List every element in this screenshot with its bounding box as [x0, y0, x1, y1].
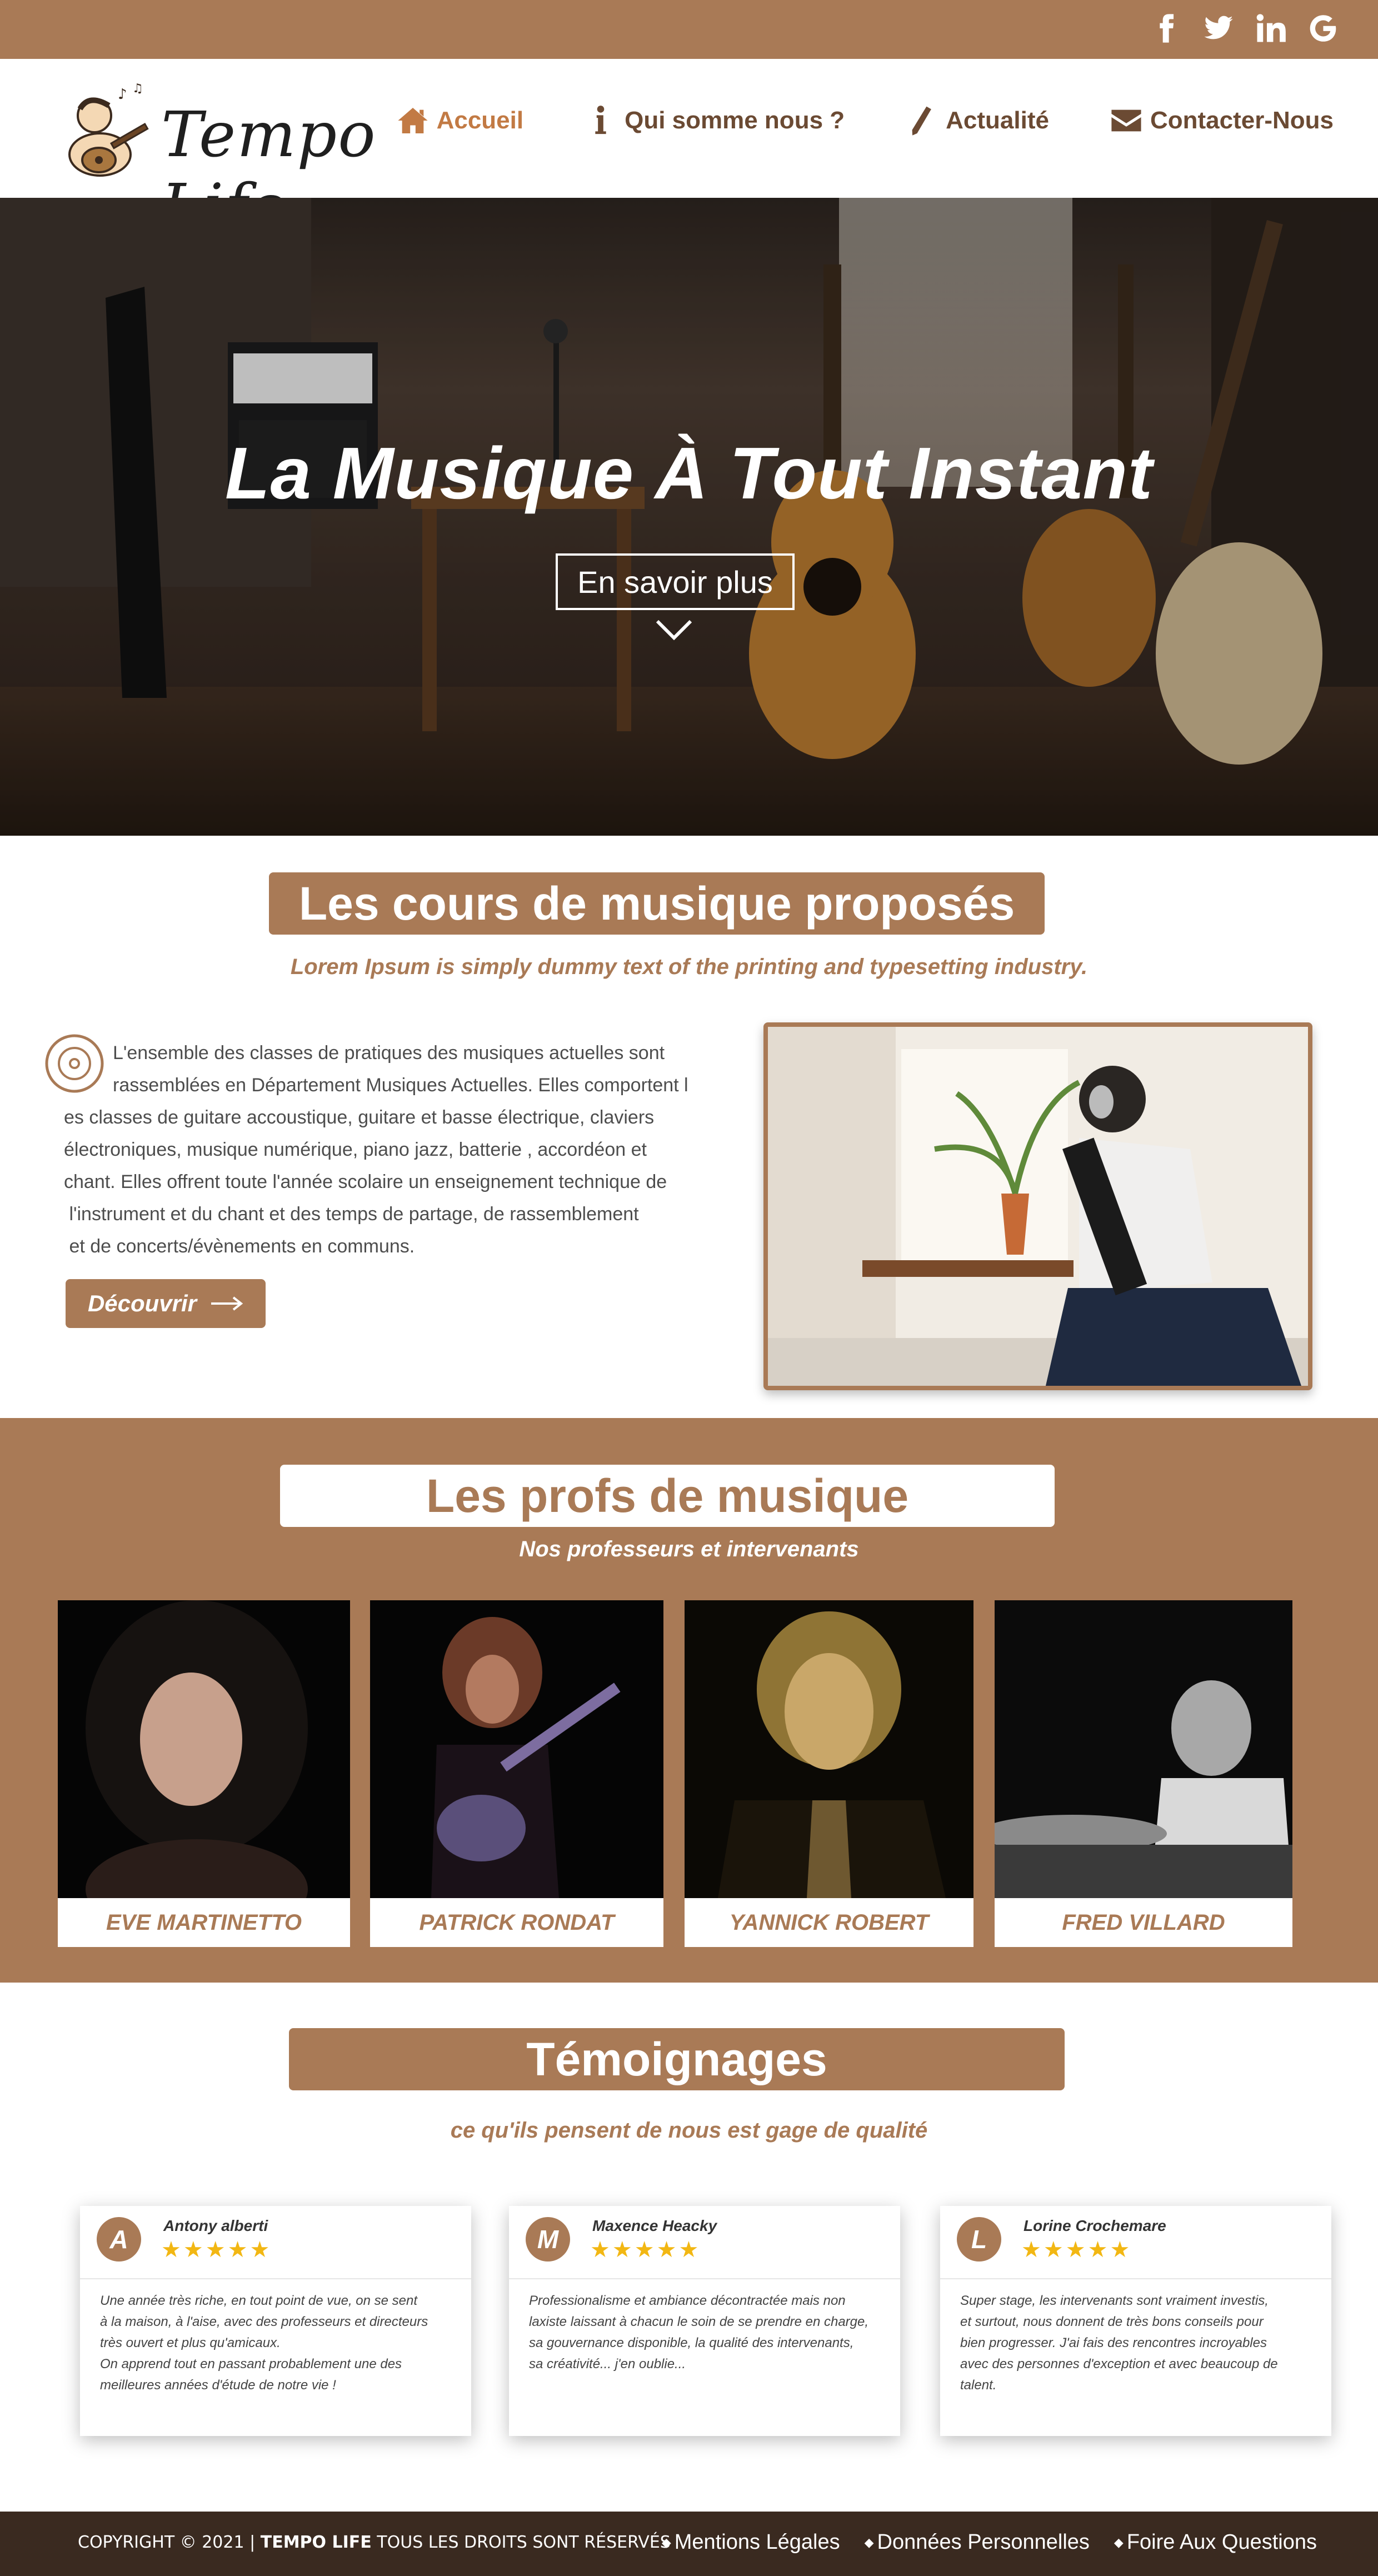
home-icon [397, 108, 428, 133]
nav-accueil[interactable]: Accueil [397, 104, 524, 137]
chevron-down-icon[interactable] [655, 616, 693, 643]
testimonial-card: A Antony alberti ★★★★★ Une année très ri… [80, 2206, 471, 2436]
copyright: COPYRIGHT © 2021 | TEMPO LIFE TOUS LES D… [78, 2533, 671, 2552]
star-rating: ★★★★★ [1021, 2238, 1132, 2262]
cours-line: électroniques, musique numérique, piano … [64, 1139, 647, 1160]
testimonial-card: L Lorine Crochemare ★★★★★ Super stage, l… [940, 2206, 1331, 2436]
profs-title: Les profs de musique [280, 1465, 1055, 1527]
testimonial-text: Une année très riche, en tout point de v… [100, 2293, 428, 2393]
footer-link-faq[interactable]: ◆ Foire Aux Questions [1114, 2530, 1317, 2554]
cours-subtitle: Lorem Ipsum is simply dummy text of the … [290, 955, 1088, 979]
nav-label: Contacter-Nous [1150, 107, 1334, 134]
nav-label: Actualité [946, 107, 1049, 134]
cours-line: rassemblées en Département Musiques Actu… [113, 1075, 688, 1096]
twitter-icon[interactable] [1202, 12, 1235, 44]
cours-line: es classes de guitare accoustique, guita… [64, 1107, 655, 1128]
star-rating: ★★★★★ [590, 2238, 701, 2262]
prof-card[interactable]: PATRICK RONDAT [370, 1600, 663, 1947]
nav-contact[interactable]: Contacter-Nous [1110, 104, 1334, 137]
en-savoir-plus-button[interactable]: En savoir plus [556, 553, 795, 610]
avatar: L [957, 2217, 1001, 2262]
svg-text:♫: ♫ [132, 82, 143, 96]
svg-text:♪: ♪ [118, 86, 127, 103]
hero-title: La Musique À Tout Instant [224, 432, 1154, 514]
linkedin-icon[interactable] [1255, 12, 1287, 44]
prof-name: EVE MARTINETTO [106, 1910, 302, 1935]
temoignages-subtitle: ce qu'ils pensent de nous est gage de qu… [450, 2118, 928, 2143]
nav-actualite[interactable]: Actualité [906, 104, 1049, 137]
testimonial-text: Professionalisme et ambiance décontracté… [529, 2293, 869, 2372]
footer-links: ◆ Mentions Légales ◆ Données Personnelle… [662, 2530, 1317, 2554]
guitar-student-photo [763, 1022, 1312, 1390]
nav-qui-sommes-nous[interactable]: Qui somme nous ? [585, 104, 845, 137]
social-bar [0, 0, 1378, 59]
social-links [1150, 12, 1339, 44]
testimonial-text: Super stage, les intervenants sont vraim… [960, 2293, 1278, 2393]
hero-banner: La Musique À Tout Instant En savoir plus [0, 198, 1378, 836]
arrow-right-icon [211, 1296, 243, 1311]
student-photo-illustration [768, 1027, 1308, 1386]
footer-link-donnees[interactable]: ◆ Données Personnelles [865, 2530, 1090, 2554]
google-icon[interactable] [1307, 12, 1339, 44]
star-rating: ★★★★★ [161, 2238, 272, 2262]
avatar: M [526, 2217, 570, 2262]
facebook-icon[interactable] [1150, 12, 1182, 44]
nav-label: Qui somme nous ? [625, 107, 845, 134]
cours-line: et de concerts/évènements en communs. [64, 1236, 415, 1257]
footer-link-label: Foire Aux Questions [1126, 2530, 1317, 2554]
prof-photo [370, 1600, 663, 1898]
cours-line: chant. Elles offrent toute l'année scola… [64, 1171, 667, 1192]
cours-line: L'ensemble des classes de pratiques des … [113, 1042, 665, 1064]
main-nav: Accueil Qui somme nous ? Actualité Conta… [397, 104, 1334, 137]
testimonial-author: Maxence Heacky [592, 2217, 717, 2234]
prof-card[interactable]: FRED VILLARD [995, 1600, 1292, 1947]
prof-name: FRED VILLARD [1062, 1910, 1225, 1935]
footer-link-mentions[interactable]: ◆ Mentions Légales [662, 2530, 840, 2554]
testimonial-card: M Maxence Heacky ★★★★★ Professionalisme … [509, 2206, 900, 2436]
site-footer: COPYRIGHT © 2021 | TEMPO LIFE TOUS LES D… [0, 2512, 1378, 2576]
temoignages-title: Témoignages [289, 2028, 1065, 2090]
copyright-suffix: TOUS LES DROITS SONT RÉSERVÉS [371, 2533, 671, 2552]
footer-link-label: Mentions Légales [674, 2530, 840, 2554]
decouvrir-button[interactable]: Découvrir [66, 1279, 266, 1328]
copyright-prefix: COPYRIGHT © 2021 | [78, 2533, 261, 2552]
copyright-brand: TEMPO LIFE [260, 2533, 372, 2552]
prof-name: YANNICK ROBERT [729, 1910, 929, 1935]
profs-subtitle: Nos professeurs et intervenants [519, 1537, 859, 1561]
cours-title: Les cours de musique proposés [269, 872, 1045, 935]
prof-photo [995, 1600, 1292, 1898]
logo[interactable]: ♪ ♫ Tempo Life [56, 77, 400, 243]
diamond-icon: ◆ [864, 2535, 874, 2549]
testimonial-author: Lorine Crochemare [1023, 2217, 1166, 2234]
decouvrir-label: Découvrir [87, 1290, 197, 1316]
prof-name: PATRICK RONDAT [419, 1910, 615, 1935]
diamond-icon: ◆ [661, 2535, 671, 2549]
prof-card[interactable]: YANNICK ROBERT [685, 1600, 973, 1947]
diamond-icon: ◆ [1114, 2535, 1124, 2549]
site-header: ♪ ♫ Tempo Life Accueil Qui somme nous ? … [0, 59, 1378, 243]
prof-photo [58, 1600, 350, 1898]
cours-line: l'instrument et du chant et des temps de… [64, 1204, 639, 1225]
testimonial-author: Antony alberti [163, 2217, 268, 2234]
prof-photo [685, 1600, 973, 1898]
pencil-icon [912, 106, 932, 136]
cours-description: L'ensemble des classes de pratiques des … [64, 1037, 708, 1262]
envelope-icon [1111, 109, 1141, 132]
guitarist-logo-icon: ♪ ♫ [68, 82, 149, 177]
footer-link-label: Données Personnelles [877, 2530, 1090, 2554]
prof-card[interactable]: EVE MARTINETTO [58, 1600, 350, 1947]
nav-label: Accueil [436, 107, 524, 134]
avatar: A [97, 2217, 141, 2262]
info-icon [595, 106, 606, 134]
